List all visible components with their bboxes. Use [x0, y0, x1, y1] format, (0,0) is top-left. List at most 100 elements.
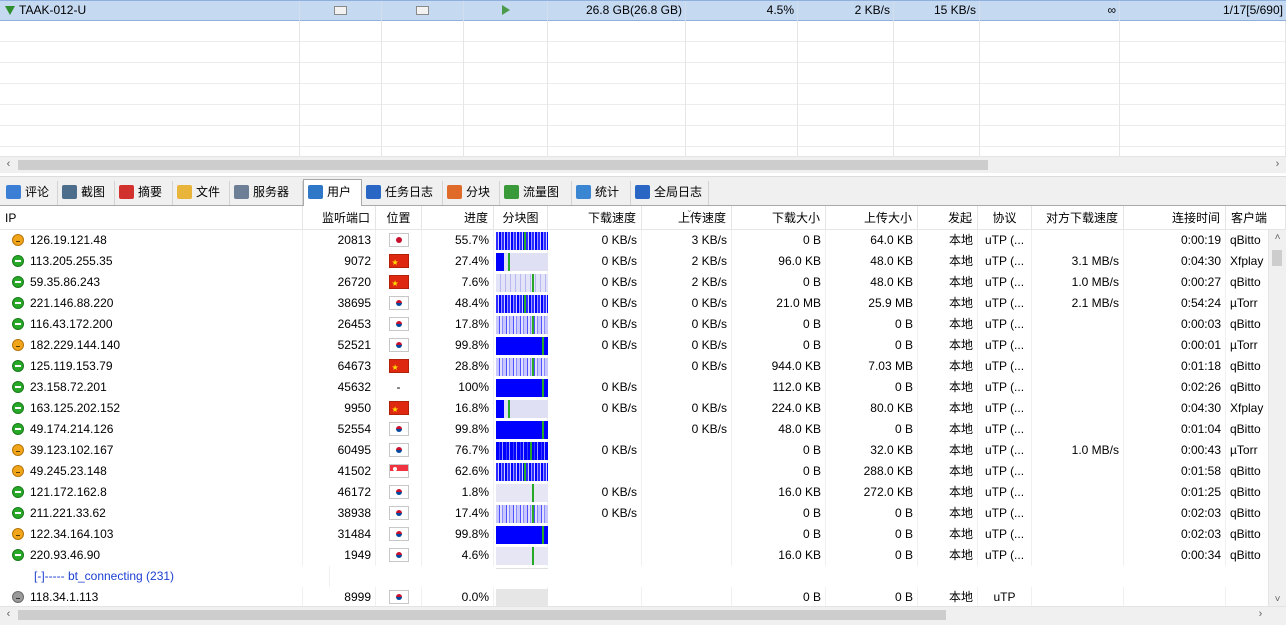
tab-info[interactable]: 全局日志 — [631, 181, 709, 205]
scroll-left-arrow-icon[interactable]: ‹ — [0, 607, 17, 623]
peer-row[interactable]: 122.34.164.103 31484 99.8% 0 B0 B 本地 uTP (...… — [0, 524, 1286, 545]
tab-summary[interactable]: 摘要 — [115, 181, 173, 205]
peer-row[interactable]: 23.158.72.201 45632 - 100% 0 KB/s 112.0 KB 0 B… — [0, 377, 1286, 398]
peer-port: 52521 — [303, 335, 376, 356]
tab-chart[interactable]: 流量图 — [500, 181, 572, 205]
peer-downloaded: 0 B — [732, 335, 826, 356]
column-header-3[interactable]: 进度 — [422, 206, 494, 230]
peer-remote-speed: 1.0 MB/s — [1032, 272, 1124, 293]
peer-location — [376, 482, 422, 503]
peer-row[interactable]: 220.93.46.90 1949 4.6% 16.0 KB 0 B 本地 uTP (...… — [0, 545, 1286, 566]
peer-remote-speed — [1032, 482, 1124, 503]
task-play-cell[interactable] — [464, 1, 548, 22]
peer-row[interactable]: 113.205.255.35 9072 27.4% 0 KB/s2 KB/s96.0 … — [0, 251, 1286, 272]
column-header-7[interactable]: 下载大小 — [732, 206, 826, 230]
column-header-2[interactable]: 位置 — [376, 206, 422, 230]
peer-connected-time: 0:01:18 — [1124, 356, 1226, 377]
task-empty-cell — [464, 42, 548, 63]
column-header-4[interactable]: 分块图 — [494, 206, 548, 230]
peer-row[interactable]: 121.172.162.8 46172 1.8% 0 KB/s 16.0 KB 272.0… — [0, 482, 1286, 503]
scroll-up-arrow-icon[interactable]: ˄ — [1269, 230, 1286, 246]
task-list[interactable]: TAAK-012-U 26.8 GB(26.8 GB) 4.5% 2 KB/s … — [0, 0, 1286, 157]
peer-port: 26453 — [303, 314, 376, 335]
peer-row[interactable]: 118.34.1.113 8999 0.0% 0 B0 B 本地 uTP — [0, 587, 1286, 608]
flag-kr-icon — [388, 527, 409, 541]
task-empty-cell — [548, 21, 686, 42]
task-comment-cell[interactable] — [300, 1, 382, 22]
peer-row[interactable]: 49.174.214.126 52554 99.8% 0 KB/s 48.0 KB 0 B… — [0, 419, 1286, 440]
column-header-12[interactable]: 连接时间 — [1124, 206, 1226, 230]
tab-server[interactable]: 服务器 — [230, 181, 303, 205]
peer-row[interactable]: 125.119.153.79 64673 28.8% 0 KB/s944.0 KB7.… — [0, 356, 1286, 377]
flag-cn-icon — [388, 252, 409, 272]
block-marker — [532, 484, 534, 502]
task-remaining: ∞ — [980, 1, 1120, 22]
peer-port: 26720 — [303, 272, 376, 293]
block-map — [496, 274, 548, 292]
scrollbar-thumb[interactable] — [18, 610, 946, 620]
peer-vertical-scrollbar[interactable]: ˄ ˅ — [1268, 230, 1286, 608]
task-empty-cell — [980, 42, 1120, 63]
peer-progress: 28.8% — [422, 356, 494, 377]
connecting-group-row[interactable]: [-]----- bt_connecting (231) — [0, 566, 1268, 587]
peer-table[interactable]: IP 监听端口 位置 进度 分块图 下载速度 上传速度 下载大小 上传大小 发起 协议 对方下载速度连… — [0, 206, 1286, 608]
flag-cn-icon — [388, 357, 409, 377]
peer-status-orange-icon — [12, 444, 24, 456]
scrollbar-thumb[interactable] — [18, 160, 988, 170]
column-header-9[interactable]: 发起 — [918, 206, 978, 230]
column-header-10[interactable]: 协议 — [978, 206, 1032, 230]
task-empty-cell — [300, 84, 382, 105]
peer-ip-text: 163.125.202.152 — [30, 401, 121, 415]
tab-users[interactable]: 用户 — [303, 179, 362, 207]
tab-stats[interactable]: 统计 — [572, 181, 631, 205]
peer-origin: 本地 — [918, 230, 978, 251]
peer-ip: 121.172.162.8 — [0, 482, 303, 503]
peer-progress: 27.4% — [422, 251, 494, 272]
task-empty-cell — [548, 42, 686, 63]
task-empty-cell — [1120, 84, 1286, 105]
column-header-0[interactable]: IP — [0, 206, 303, 230]
peer-progress: 55.7% — [422, 230, 494, 251]
scroll-right-arrow-icon[interactable]: › — [1252, 607, 1269, 623]
task-horizontal-scrollbar[interactable]: ‹ › — [0, 156, 1286, 173]
peer-protocol: uTP (... — [978, 398, 1032, 419]
column-header-1[interactable]: 监听端口 — [303, 206, 376, 230]
column-header-8[interactable]: 上传大小 — [826, 206, 918, 230]
scroll-left-arrow-icon[interactable]: ‹ — [0, 157, 17, 173]
task-preview-cell[interactable] — [382, 1, 464, 22]
peer-row[interactable]: 126.19.121.48 20813 55.7% 0 KB/s 3 KB/s 0 B 64… — [0, 230, 1286, 251]
connecting-group-label[interactable]: [-]----- bt_connecting (231) — [30, 566, 330, 587]
scrollbar-thumb[interactable] — [1272, 250, 1282, 266]
tab-info[interactable]: 任务日志 — [362, 181, 443, 205]
peer-uploaded: 0 B — [826, 335, 918, 356]
peer-remote-speed — [1032, 524, 1124, 545]
peer-row[interactable]: 59.35.86.243 26720 7.6% 0 KB/s2 KB/s0 B48.0… — [0, 272, 1286, 293]
peer-uploaded: 0 B — [826, 545, 918, 566]
column-header-11[interactable]: 对方下载速度 — [1032, 206, 1124, 230]
peer-row[interactable]: 39.123.102.167 60495 76.7% 0 KB/s 0 B 32.0 KB… — [0, 440, 1286, 461]
tab-screenshot[interactable]: 截图 — [58, 181, 115, 205]
column-header-5[interactable]: 下载速度 — [548, 206, 642, 230]
peer-remote-speed — [1032, 545, 1124, 566]
peer-row[interactable]: 163.125.202.152995016.8%0 KB/s0 KB/s224.… — [0, 398, 1286, 419]
scroll-right-arrow-icon[interactable]: › — [1269, 157, 1286, 173]
tab-pie[interactable]: 分块 — [443, 181, 500, 205]
column-header-13[interactable]: 客户端 — [1226, 206, 1286, 230]
peer-row[interactable]: 221.146.88.220 38695 48.4% 0 KB/s 0 KB/s 21.0… — [0, 293, 1286, 314]
peer-port: 9950 — [303, 398, 376, 419]
peer-remote-speed — [1032, 503, 1124, 524]
peer-row[interactable]: 49.245.23.148 41502 62.6% 0 B 288.0 KB 本地 uTP … — [0, 461, 1286, 482]
peer-row[interactable]: 182.229.144.140 52521 99.8% 0 KB/s 0 KB/s 0 B… — [0, 335, 1286, 356]
peer-horizontal-scrollbar[interactable]: ‹ › — [0, 606, 1286, 625]
peer-row[interactable]: 211.221.33.62 38938 17.4% 0 KB/s 0 B0 B 本地 uTP… — [0, 503, 1286, 524]
peer-protocol: uTP (... — [978, 335, 1032, 356]
peer-progress: 100% — [422, 377, 494, 398]
peer-downloaded: 112.0 KB — [732, 377, 826, 398]
task-empty-cell — [894, 105, 980, 126]
tab-comment[interactable]: 评论 — [2, 181, 58, 205]
peer-upload-speed — [642, 587, 732, 608]
peer-upload-speed — [642, 377, 732, 398]
tab-folder[interactable]: 文件 — [173, 181, 230, 205]
peer-row[interactable]: 116.43.172.200 26453 17.8% 0 KB/s 0 KB/s 0 B0… — [0, 314, 1286, 335]
task-row[interactable]: TAAK-012-U 26.8 GB(26.8 GB) 4.5% 2 KB/s … — [0, 0, 1286, 22]
